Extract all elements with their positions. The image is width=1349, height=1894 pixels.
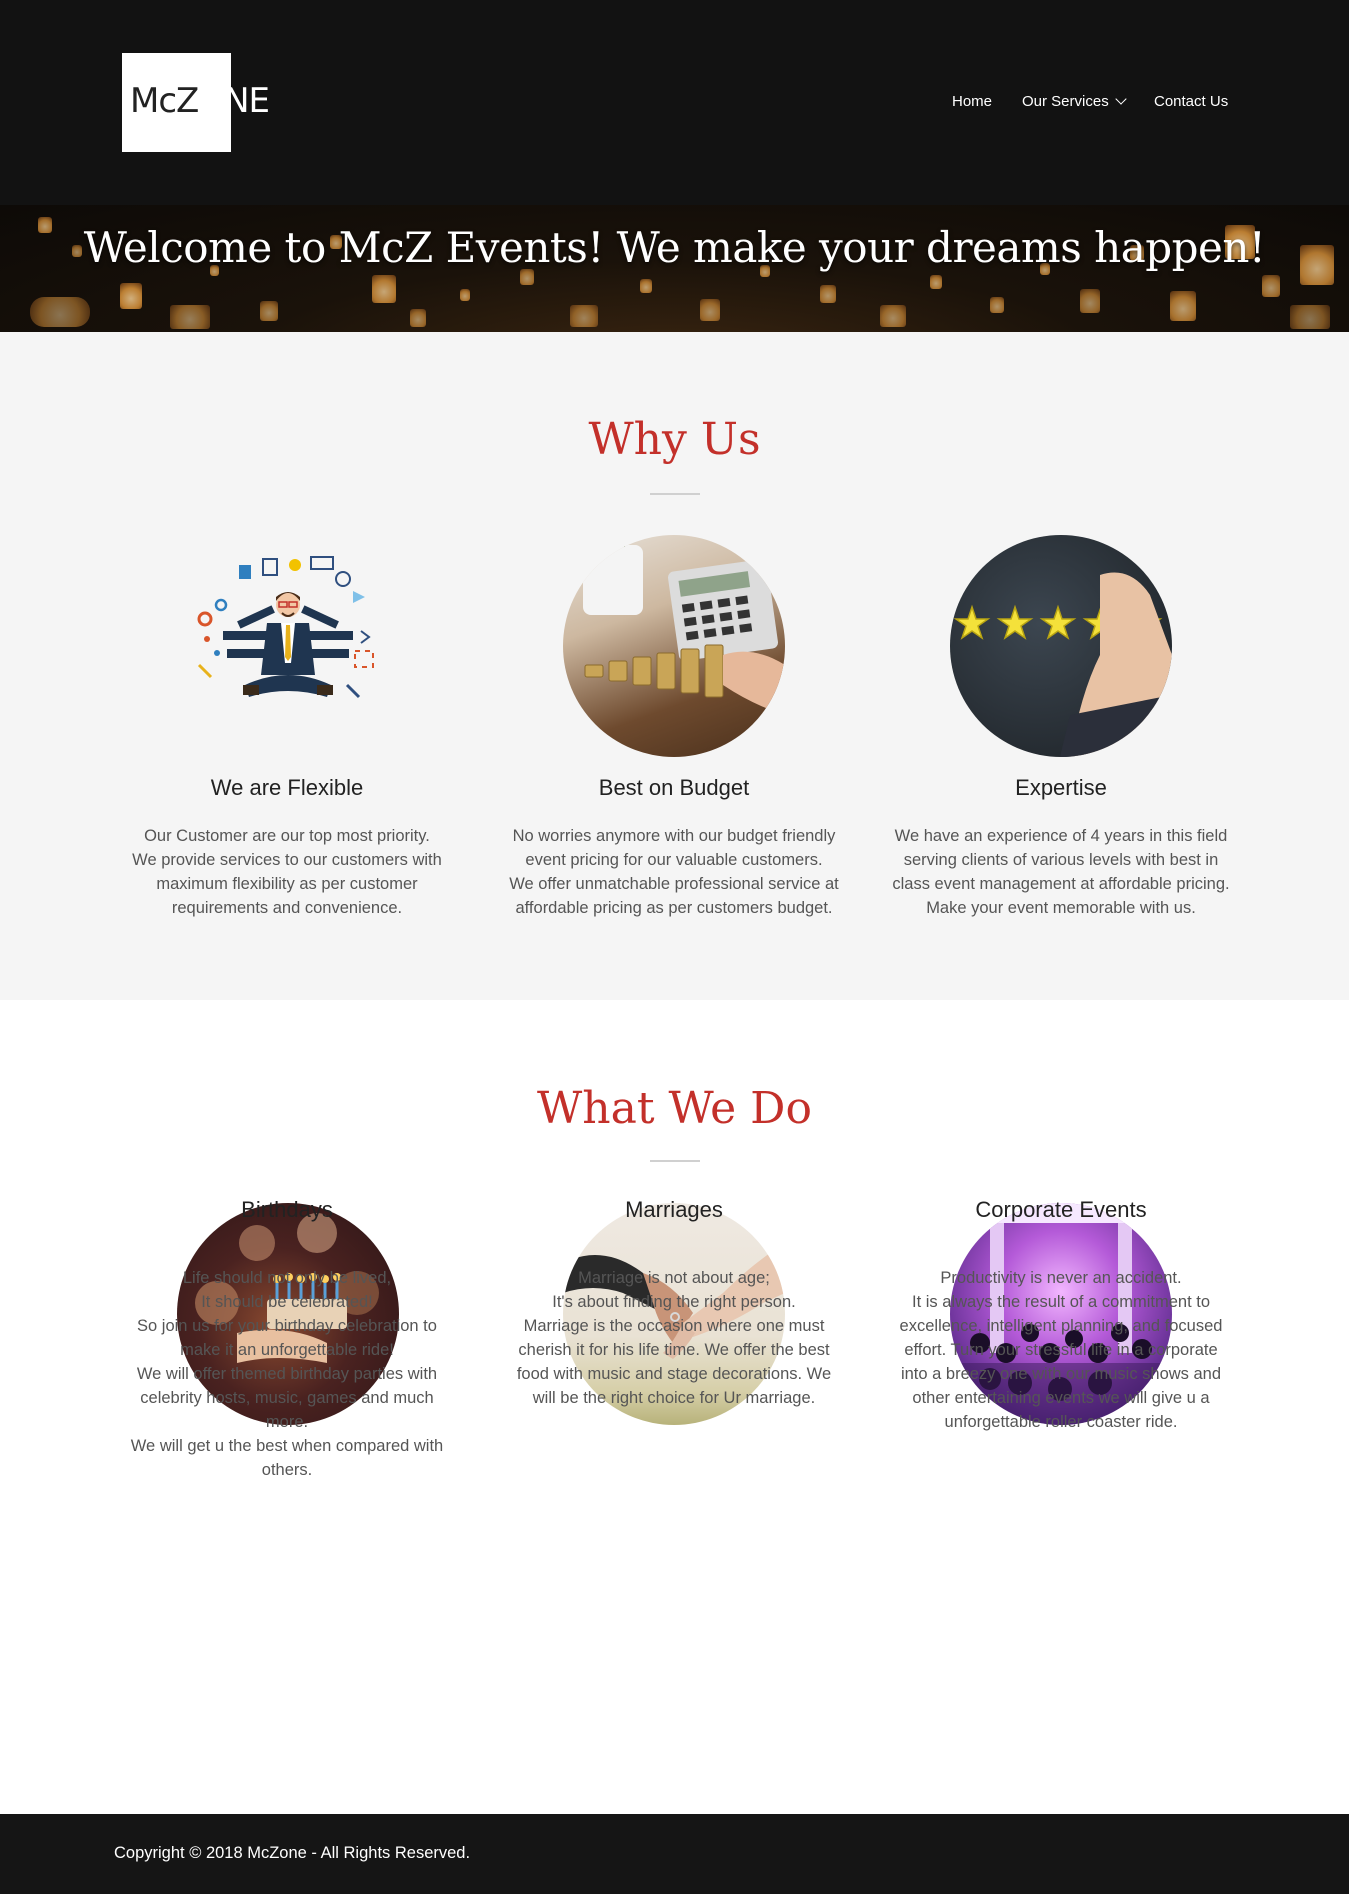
flexible-illustration bbox=[177, 535, 399, 757]
nav-home-link[interactable]: Home bbox=[952, 93, 992, 110]
card-title-expertise: Expertise bbox=[1015, 775, 1107, 800]
nav-our-services-link[interactable]: Our Services bbox=[1022, 93, 1127, 110]
why-us-title: Why Us bbox=[588, 414, 761, 465]
logo-wordmark: McZONE bbox=[130, 81, 270, 121]
banner-title: Welcome to McZ Events! We make your drea… bbox=[83, 223, 1266, 272]
what-we-do-title: What We Do bbox=[537, 1083, 812, 1134]
card-title-flexible: We are Flexible bbox=[210, 775, 364, 800]
hero-banner: Welcome to McZ Events! We make your drea… bbox=[0, 205, 1349, 332]
site-header: McZONE Home Our Services Contact Us bbox=[0, 0, 1349, 205]
what-we-do-divider bbox=[650, 1160, 700, 1162]
budget-photo bbox=[563, 535, 785, 757]
card-title-budget: Best on Budget bbox=[598, 775, 750, 800]
why-us-section: Why Us We are Flexible Our Customer are … bbox=[0, 332, 1349, 1000]
card-text-flexible: Our Customer are our top most priority. … bbox=[132, 827, 442, 917]
card-text-birthdays: Life should not only be lived, It should… bbox=[130, 1269, 444, 1479]
nav-contact-us-link[interactable]: Contact Us bbox=[1154, 93, 1228, 110]
card-text-budget: No worries anymore with our budget frien… bbox=[509, 827, 839, 917]
nav-our-services-label: Our Services bbox=[1022, 93, 1109, 110]
card-title-birthdays: Birthdays bbox=[241, 1197, 333, 1222]
card-text-corporate-events: Productivity is never an accident. It is… bbox=[899, 1269, 1223, 1431]
card-text-marriages: Marriage is not about age; It's about fi… bbox=[516, 1269, 832, 1407]
site-footer: Copyright © 2018 McZone - All Rights Res… bbox=[0, 1814, 1349, 1894]
card-title-marriages: Marriages bbox=[625, 1197, 723, 1222]
card-text-expertise: We have an experience of 4 years in this… bbox=[892, 827, 1230, 917]
what-we-do-section: What We Do Birthdays Life should not onl… bbox=[0, 1000, 1349, 1814]
chevron-down-icon bbox=[1115, 93, 1127, 105]
copyright-text: Copyright © 2018 McZone - All Rights Res… bbox=[114, 1844, 471, 1862]
card-title-corporate-events: Corporate Events bbox=[975, 1197, 1147, 1222]
expertise-photo bbox=[950, 535, 1172, 757]
why-us-divider bbox=[650, 493, 700, 495]
mczone-logo[interactable]: McZONE bbox=[122, 53, 324, 153]
